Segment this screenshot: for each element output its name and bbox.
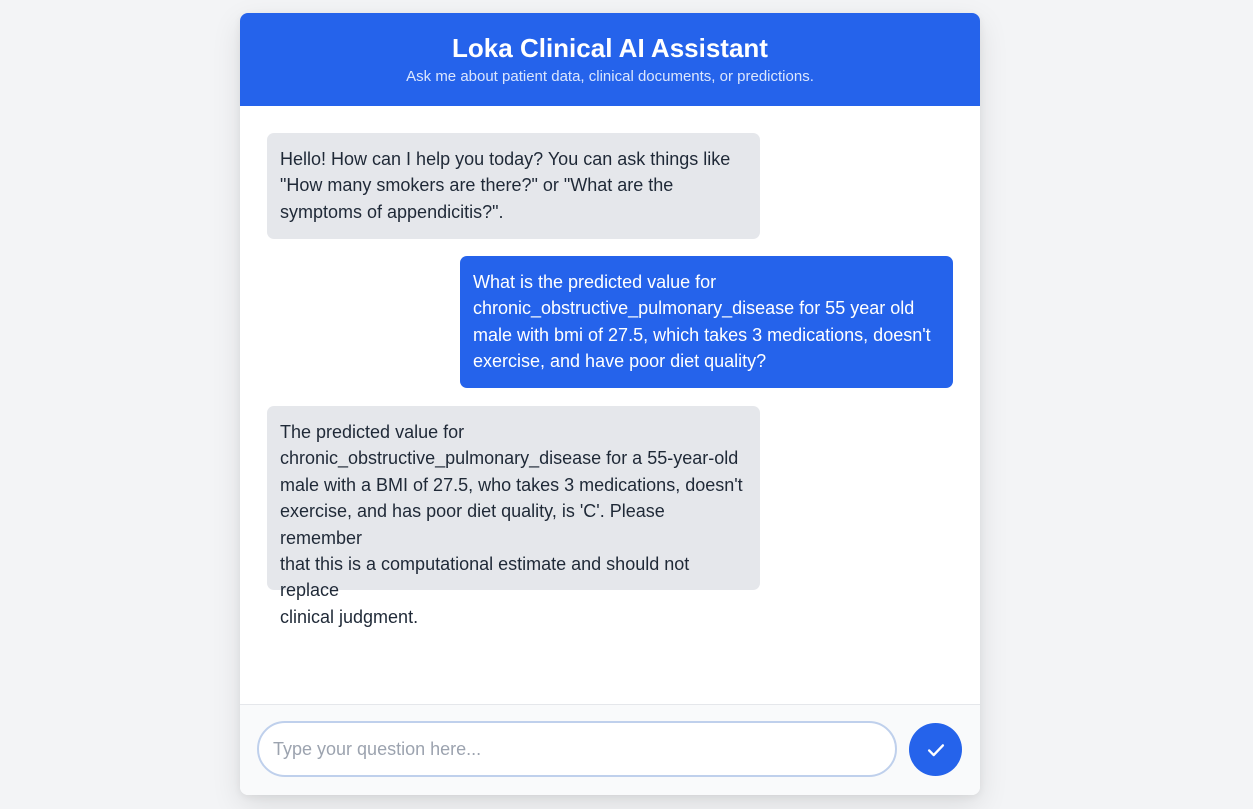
chat-window: Loka Clinical AI Assistant Ask me about … [240,13,980,795]
user-message: What is the predicted value for chronic_… [460,256,953,388]
assistant-message: The predicted value for chronic_obstruct… [267,406,760,627]
checkmark-icon [925,739,947,761]
assistant-message: Hello! How can I help you today? You can… [267,133,760,239]
chat-header: Loka Clinical AI Assistant Ask me about … [240,13,980,106]
page-title: Loka Clinical AI Assistant [452,33,768,63]
message-list[interactable]: Hello! How can I help you today? You can… [240,106,980,704]
question-input[interactable] [257,721,897,777]
page-subtitle: Ask me about patient data, clinical docu… [406,68,814,85]
input-bar [240,704,980,795]
send-button[interactable] [909,723,962,776]
